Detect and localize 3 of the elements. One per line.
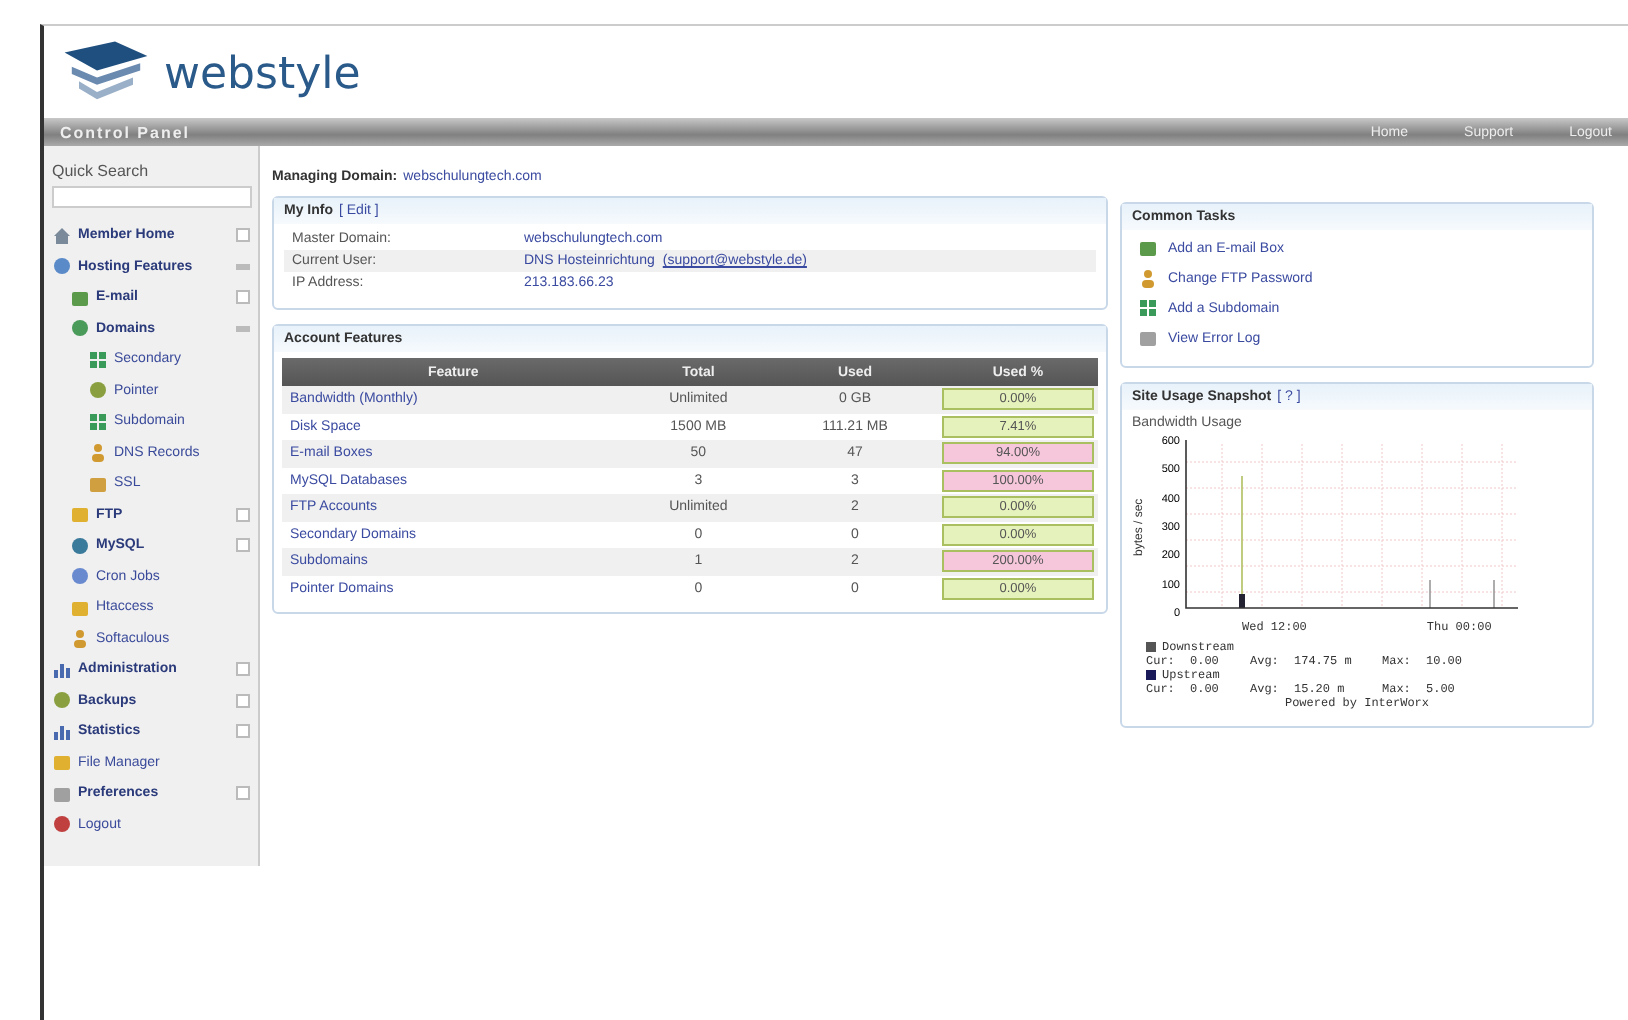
panel-title: Control Panel bbox=[60, 123, 191, 141]
brand-name: webstyle bbox=[164, 49, 361, 99]
sidebar-title: Quick Search bbox=[50, 162, 151, 184]
